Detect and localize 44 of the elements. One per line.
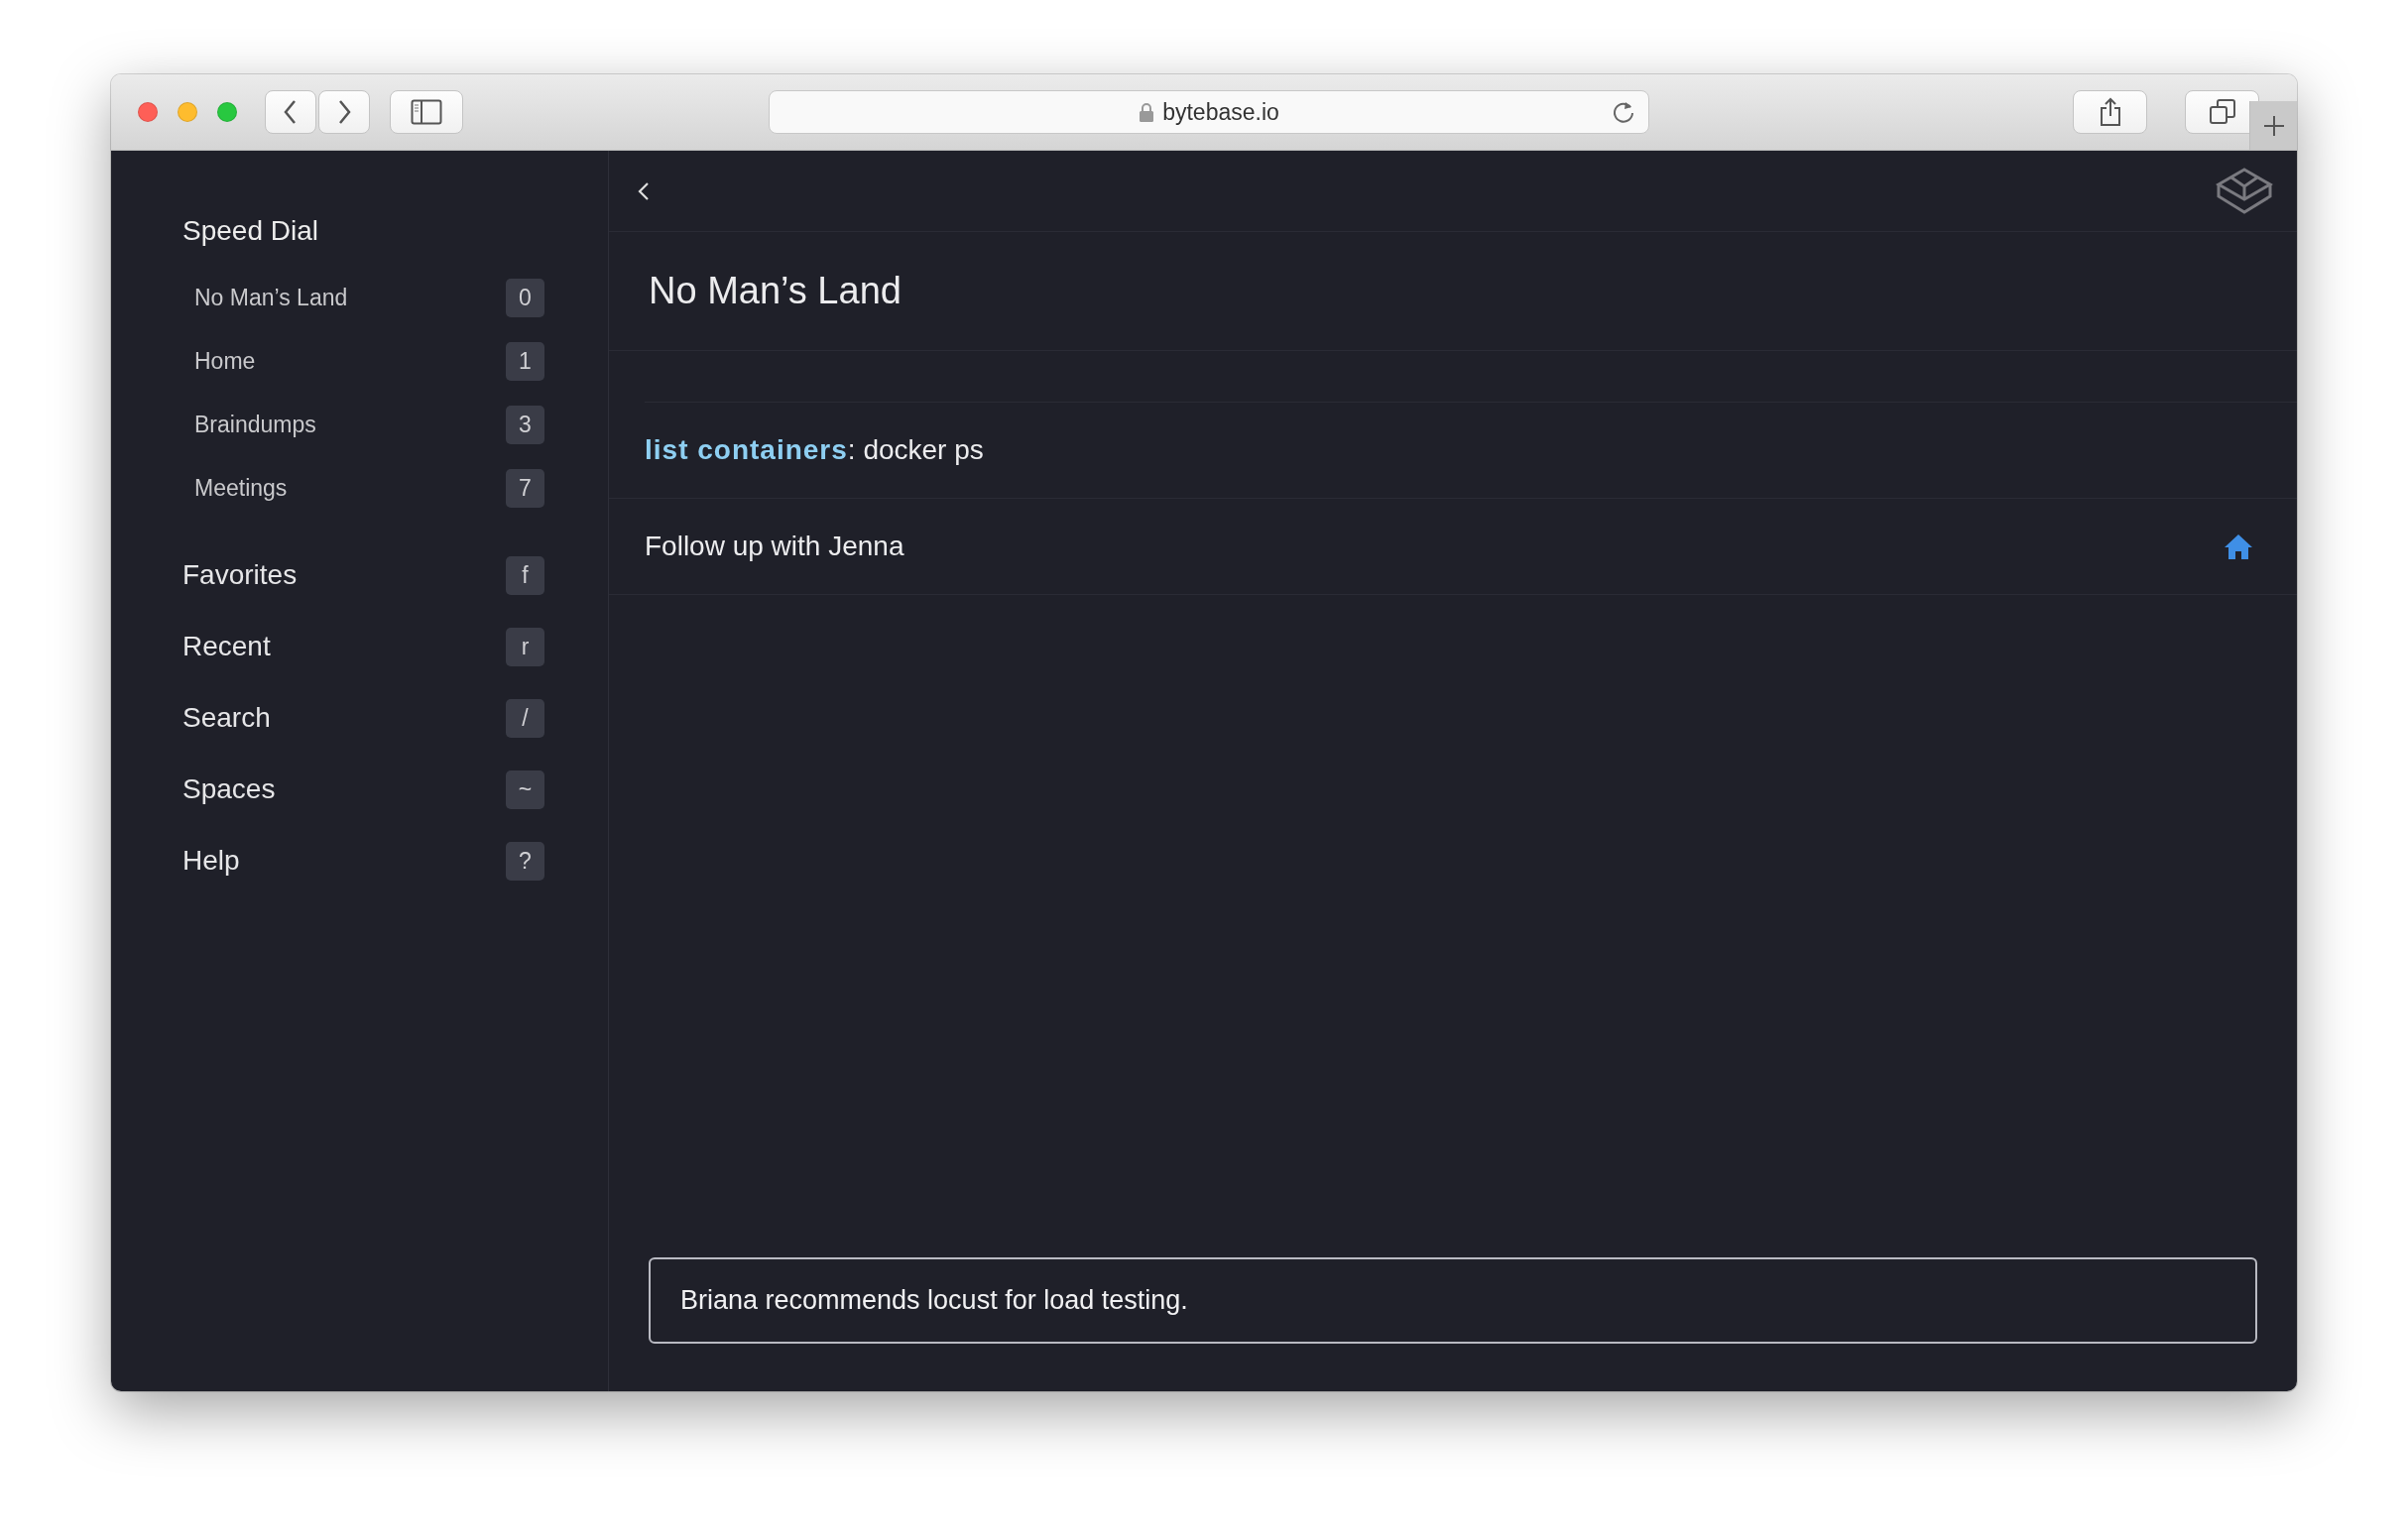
- url-text: bytebase.io: [1162, 98, 1279, 126]
- overlapping-squares-icon: [2208, 98, 2236, 126]
- reload-button[interactable]: [1611, 99, 1636, 125]
- back-button[interactable]: [637, 179, 651, 202]
- shortcut-key: ?: [506, 841, 544, 881]
- note-text: Follow up with Jenna: [645, 531, 904, 562]
- page-title: No Man’s Land: [649, 270, 902, 312]
- speed-dial-link[interactable]: Home: [194, 347, 256, 375]
- sidebar-toggle-button[interactable]: [390, 90, 463, 134]
- sidebar-link[interactable]: Spaces: [182, 773, 276, 805]
- shortcut-key: ~: [506, 770, 544, 809]
- forward-button[interactable]: [318, 90, 370, 134]
- address-bar[interactable]: bytebase.io: [769, 90, 1649, 134]
- speed-dial-heading: Speed Dial: [182, 214, 319, 248]
- layers-logo-icon: [2216, 166, 2273, 216]
- shortcut-key: f: [506, 555, 544, 595]
- shortcut-key: 1: [506, 341, 544, 381]
- shortcut-key: 7: [506, 468, 544, 508]
- speed-dial-link[interactable]: Meetings: [194, 474, 288, 502]
- sidebar-icon: [411, 99, 442, 125]
- shortcut-key: 0: [506, 278, 544, 317]
- sidebar-link[interactable]: Help: [182, 845, 240, 877]
- lock-icon: [1139, 102, 1155, 122]
- sidebar-link[interactable]: Search: [182, 702, 271, 734]
- note-input-field[interactable]: Briana recommends locust for load testing.: [649, 1257, 2257, 1344]
- new-tab-button[interactable]: [2249, 101, 2297, 150]
- note-text: list containers: docker ps: [645, 434, 984, 466]
- note-row[interactable]: Follow up with Jenna: [609, 499, 2297, 595]
- shortcut-key: r: [506, 627, 544, 666]
- tabs-overview-button[interactable]: [2185, 90, 2259, 134]
- share-button[interactable]: [2073, 90, 2147, 134]
- chevron-left-icon: [637, 179, 651, 202]
- shortcut-key: /: [506, 698, 544, 738]
- shortcut-key: 3: [506, 405, 544, 444]
- speed-dial-link[interactable]: No Man’s Land: [194, 284, 348, 311]
- plus-icon: [2261, 113, 2286, 138]
- close-window-button[interactable]: [138, 102, 158, 122]
- reload-icon: [1611, 99, 1636, 125]
- sidebar-link[interactable]: Recent: [182, 631, 271, 662]
- note-row[interactable]: list containers: docker ps: [609, 403, 2297, 499]
- share-icon: [2098, 97, 2122, 127]
- speed-dial-link[interactable]: Braindumps: [194, 411, 316, 438]
- sidebar-link[interactable]: Favorites: [182, 559, 298, 591]
- back-button[interactable]: [265, 90, 316, 134]
